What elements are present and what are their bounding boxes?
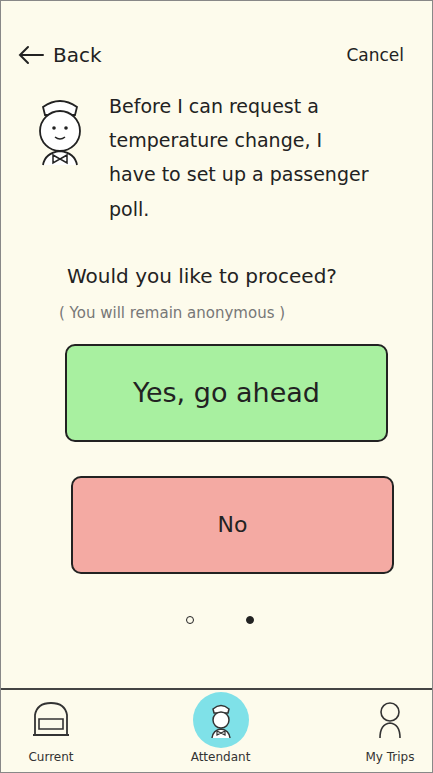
question-text: Would you like to proceed?: [1, 226, 432, 288]
choice-button[interactable]: No: [71, 476, 394, 574]
choice-button[interactable]: Yes, go ahead: [65, 344, 388, 442]
screen: Back Cancel Before I can request a tempera…: [0, 0, 433, 773]
page-dot[interactable]: [246, 616, 254, 624]
attendant-icon: [206, 700, 236, 740]
cancel-button[interactable]: Cancel: [346, 45, 404, 65]
top-bar: Back Cancel: [1, 1, 432, 67]
nav-label: My Trips: [366, 750, 415, 764]
bottom-nav: Current Attendant My Trips: [1, 688, 432, 772]
message-text: Before I can request a temperature chang…: [109, 89, 369, 226]
nav-item[interactable]: Attendant: [191, 692, 251, 764]
person-icon: [375, 700, 405, 740]
nav-label: Attendant: [191, 750, 251, 764]
nav-item[interactable]: My Trips: [362, 692, 418, 764]
car-icon: [29, 699, 73, 741]
anonymous-note: ( You will remain anonymous ): [1, 288, 432, 322]
attendant-icon: [29, 93, 91, 169]
attendant-message: Before I can request a temperature chang…: [1, 67, 432, 226]
nav-item[interactable]: Current: [23, 692, 79, 764]
button-group: Yes, go ahead No: [1, 322, 432, 574]
nav-label: Current: [28, 750, 73, 764]
page-indicator: [7, 574, 432, 624]
page-dot[interactable]: [186, 616, 194, 624]
back-arrow-icon: [17, 45, 45, 65]
back-button[interactable]: Back: [17, 43, 102, 67]
